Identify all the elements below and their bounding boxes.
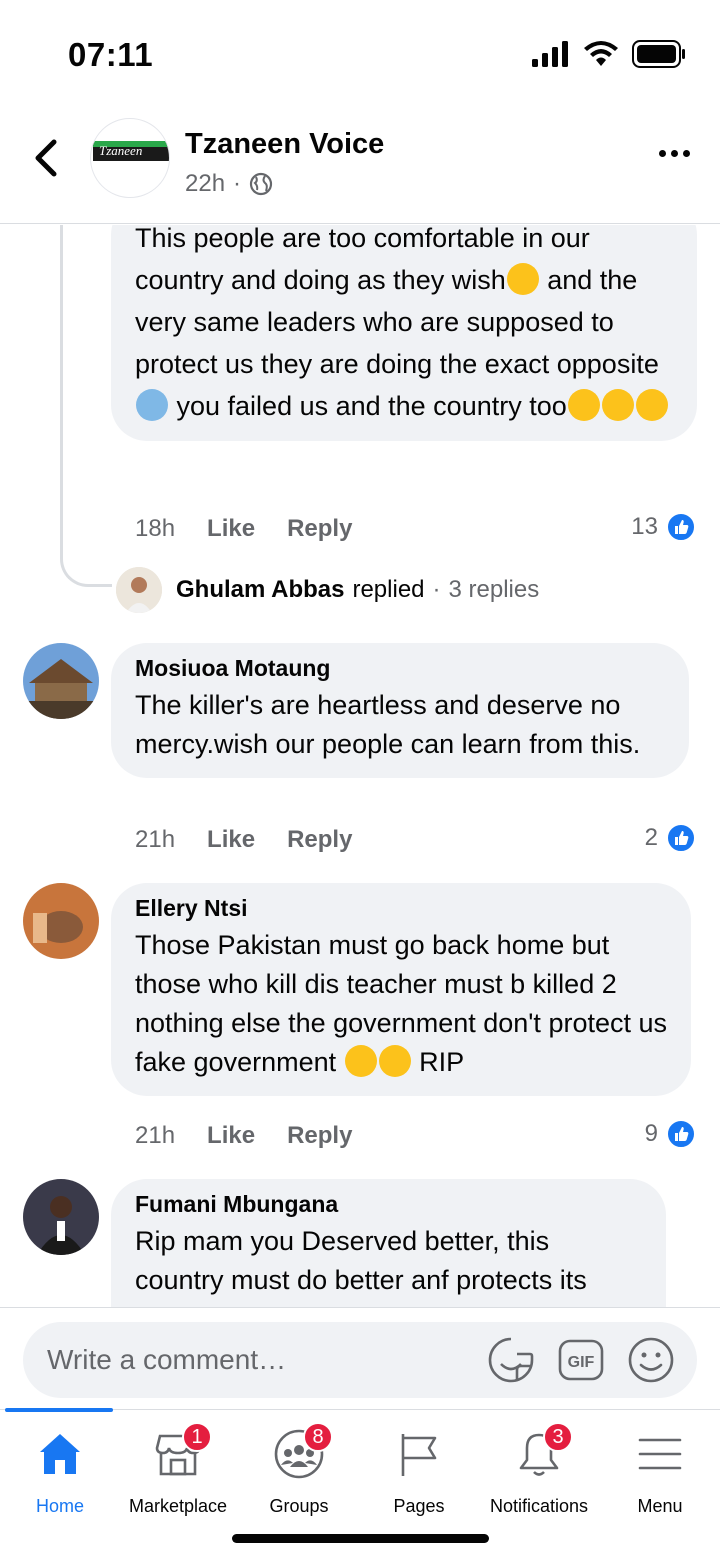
- reaction-count[interactable]: 13: [631, 512, 696, 542]
- pages-flag-icon: [401, 1434, 437, 1476]
- page-avatar[interactable]: Tzaneen: [90, 118, 170, 198]
- globe-icon: [249, 172, 273, 196]
- reaction-count[interactable]: 9: [645, 1119, 696, 1149]
- emoji-icon[interactable]: [627, 1336, 675, 1384]
- comment-composer: GIF: [23, 1322, 697, 1398]
- tab-home[interactable]: Home: [0, 1424, 120, 1517]
- sticker-icon[interactable]: [487, 1336, 535, 1384]
- page-logo-icon: Tzaneen: [93, 141, 169, 161]
- comment-text: Rip mam you Deserved better, this countr…: [135, 1226, 587, 1295]
- commenter-avatar[interactable]: [23, 883, 99, 959]
- thumbs-up-icon: [666, 512, 696, 542]
- comment-bubble[interactable]: Ellery Ntsi Those Pakistan must go back …: [111, 883, 691, 1096]
- comment-actions: 21h Like Reply: [135, 1122, 352, 1150]
- comment-time[interactable]: 18h: [135, 515, 175, 543]
- comment-actions: 21h Like Reply: [135, 826, 352, 854]
- comments-list[interactable]: This people are too comfortable in our c…: [0, 225, 720, 1307]
- more-dot: [683, 150, 690, 157]
- commenter-avatar[interactable]: [23, 643, 99, 719]
- thumbs-up-icon: [666, 823, 696, 853]
- comment-bubble[interactable]: This people are too comfortable in our c…: [111, 225, 697, 441]
- comment-author[interactable]: Fumani Mbungana: [135, 1191, 642, 1218]
- comment-author[interactable]: Mosiuoa Motaung: [135, 655, 665, 682]
- tab-label: Home: [35, 1496, 84, 1516]
- logo-text: Tzaneen: [99, 143, 142, 158]
- gif-icon[interactable]: GIF: [557, 1336, 605, 1384]
- crying-face-emoji-icon: [601, 389, 634, 421]
- more-dot: [671, 150, 678, 157]
- home-icon: [40, 1434, 80, 1474]
- like-button[interactable]: Like: [207, 826, 255, 854]
- worried-face-emoji-icon: [378, 1045, 411, 1077]
- comment-time[interactable]: 21h: [135, 826, 175, 854]
- anxious-face-emoji-icon: [136, 389, 168, 421]
- replies-separator: ·: [432, 576, 441, 603]
- tab-menu[interactable]: Menu: [600, 1424, 720, 1517]
- commenter-avatar[interactable]: [23, 1179, 99, 1255]
- comment-actions: 18h Like Reply: [135, 515, 352, 543]
- comment-text: Those Pakistan must go back home but tho…: [135, 930, 667, 1077]
- replied-label: replied: [352, 576, 425, 603]
- wifi-icon: [584, 41, 618, 66]
- home-indicator[interactable]: [232, 1534, 489, 1543]
- reply-button[interactable]: Reply: [287, 515, 352, 543]
- reply-count: 3 replies: [448, 576, 540, 603]
- comment-time[interactable]: 21h: [135, 1122, 175, 1150]
- post-time[interactable]: 22h: [185, 170, 225, 198]
- post-meta: 22h ·: [185, 170, 273, 198]
- tab-pages[interactable]: Pages: [359, 1424, 479, 1517]
- tab-label: Marketplace: [128, 1496, 228, 1516]
- comment-bubble[interactable]: Mosiuoa Motaung The killer's are heartle…: [111, 643, 689, 778]
- battery-icon: [632, 40, 685, 68]
- crying-face-emoji-icon: [635, 389, 668, 421]
- meta-separator: ·: [233, 170, 242, 197]
- like-button[interactable]: Like: [207, 515, 255, 543]
- post-header: Tzaneen Tzaneen Voice 22h ·: [0, 110, 720, 224]
- worried-face-emoji-icon: [344, 1045, 377, 1077]
- notifications-badge: 3: [543, 1422, 573, 1452]
- crying-face-emoji-icon: [567, 389, 600, 421]
- reply-thread-line: [60, 225, 112, 587]
- back-arrow-icon[interactable]: [28, 136, 64, 180]
- comment-bubble[interactable]: Fumani Mbungana Rip mam you Deserved bet…: [111, 1179, 666, 1307]
- replier-avatar: [116, 567, 162, 613]
- tab-label: Menu: [637, 1496, 683, 1516]
- more-dot: [659, 150, 666, 157]
- tab-label: Notifications: [489, 1496, 589, 1516]
- comment-composer-bar: GIF: [0, 1307, 720, 1409]
- reaction-count[interactable]: 2: [645, 823, 696, 853]
- cellular-signal-icon: [532, 41, 568, 67]
- more-options-button[interactable]: [659, 150, 690, 157]
- comment-text: This people are too comfortable in our c…: [135, 225, 673, 427]
- menu-icon: [638, 1438, 682, 1470]
- marketplace-badge: 1: [182, 1422, 212, 1452]
- comment-input[interactable]: [47, 1336, 467, 1384]
- like-button[interactable]: Like: [207, 1122, 255, 1150]
- page-name[interactable]: Tzaneen Voice: [185, 128, 384, 161]
- comment-author[interactable]: Ellery Ntsi: [135, 895, 667, 922]
- tab-notifications[interactable]: 3 Notifications: [479, 1422, 599, 1517]
- replier-name: Ghulam Abbas: [176, 576, 345, 603]
- active-tab-indicator: [5, 1408, 113, 1412]
- tab-label: Pages: [393, 1496, 445, 1516]
- tab-groups[interactable]: 8 Groups: [239, 1422, 359, 1517]
- pleading-face-emoji-icon: [506, 263, 539, 295]
- svg-text:GIF: GIF: [568, 1354, 595, 1371]
- view-replies-link[interactable]: Ghulam Abbas replied · 3 replies: [116, 567, 539, 613]
- comment-text: The killer's are heartless and deserve n…: [135, 690, 641, 759]
- tab-marketplace[interactable]: 1 Marketplace: [118, 1422, 238, 1517]
- status-time: 07:11: [68, 36, 154, 73]
- status-icons: [532, 40, 686, 68]
- groups-badge: 8: [303, 1422, 333, 1452]
- status-bar: 07:11: [0, 0, 720, 110]
- thumbs-up-icon: [666, 1119, 696, 1149]
- tab-label: Groups: [269, 1496, 329, 1516]
- reply-button[interactable]: Reply: [287, 1122, 352, 1150]
- reply-button[interactable]: Reply: [287, 826, 352, 854]
